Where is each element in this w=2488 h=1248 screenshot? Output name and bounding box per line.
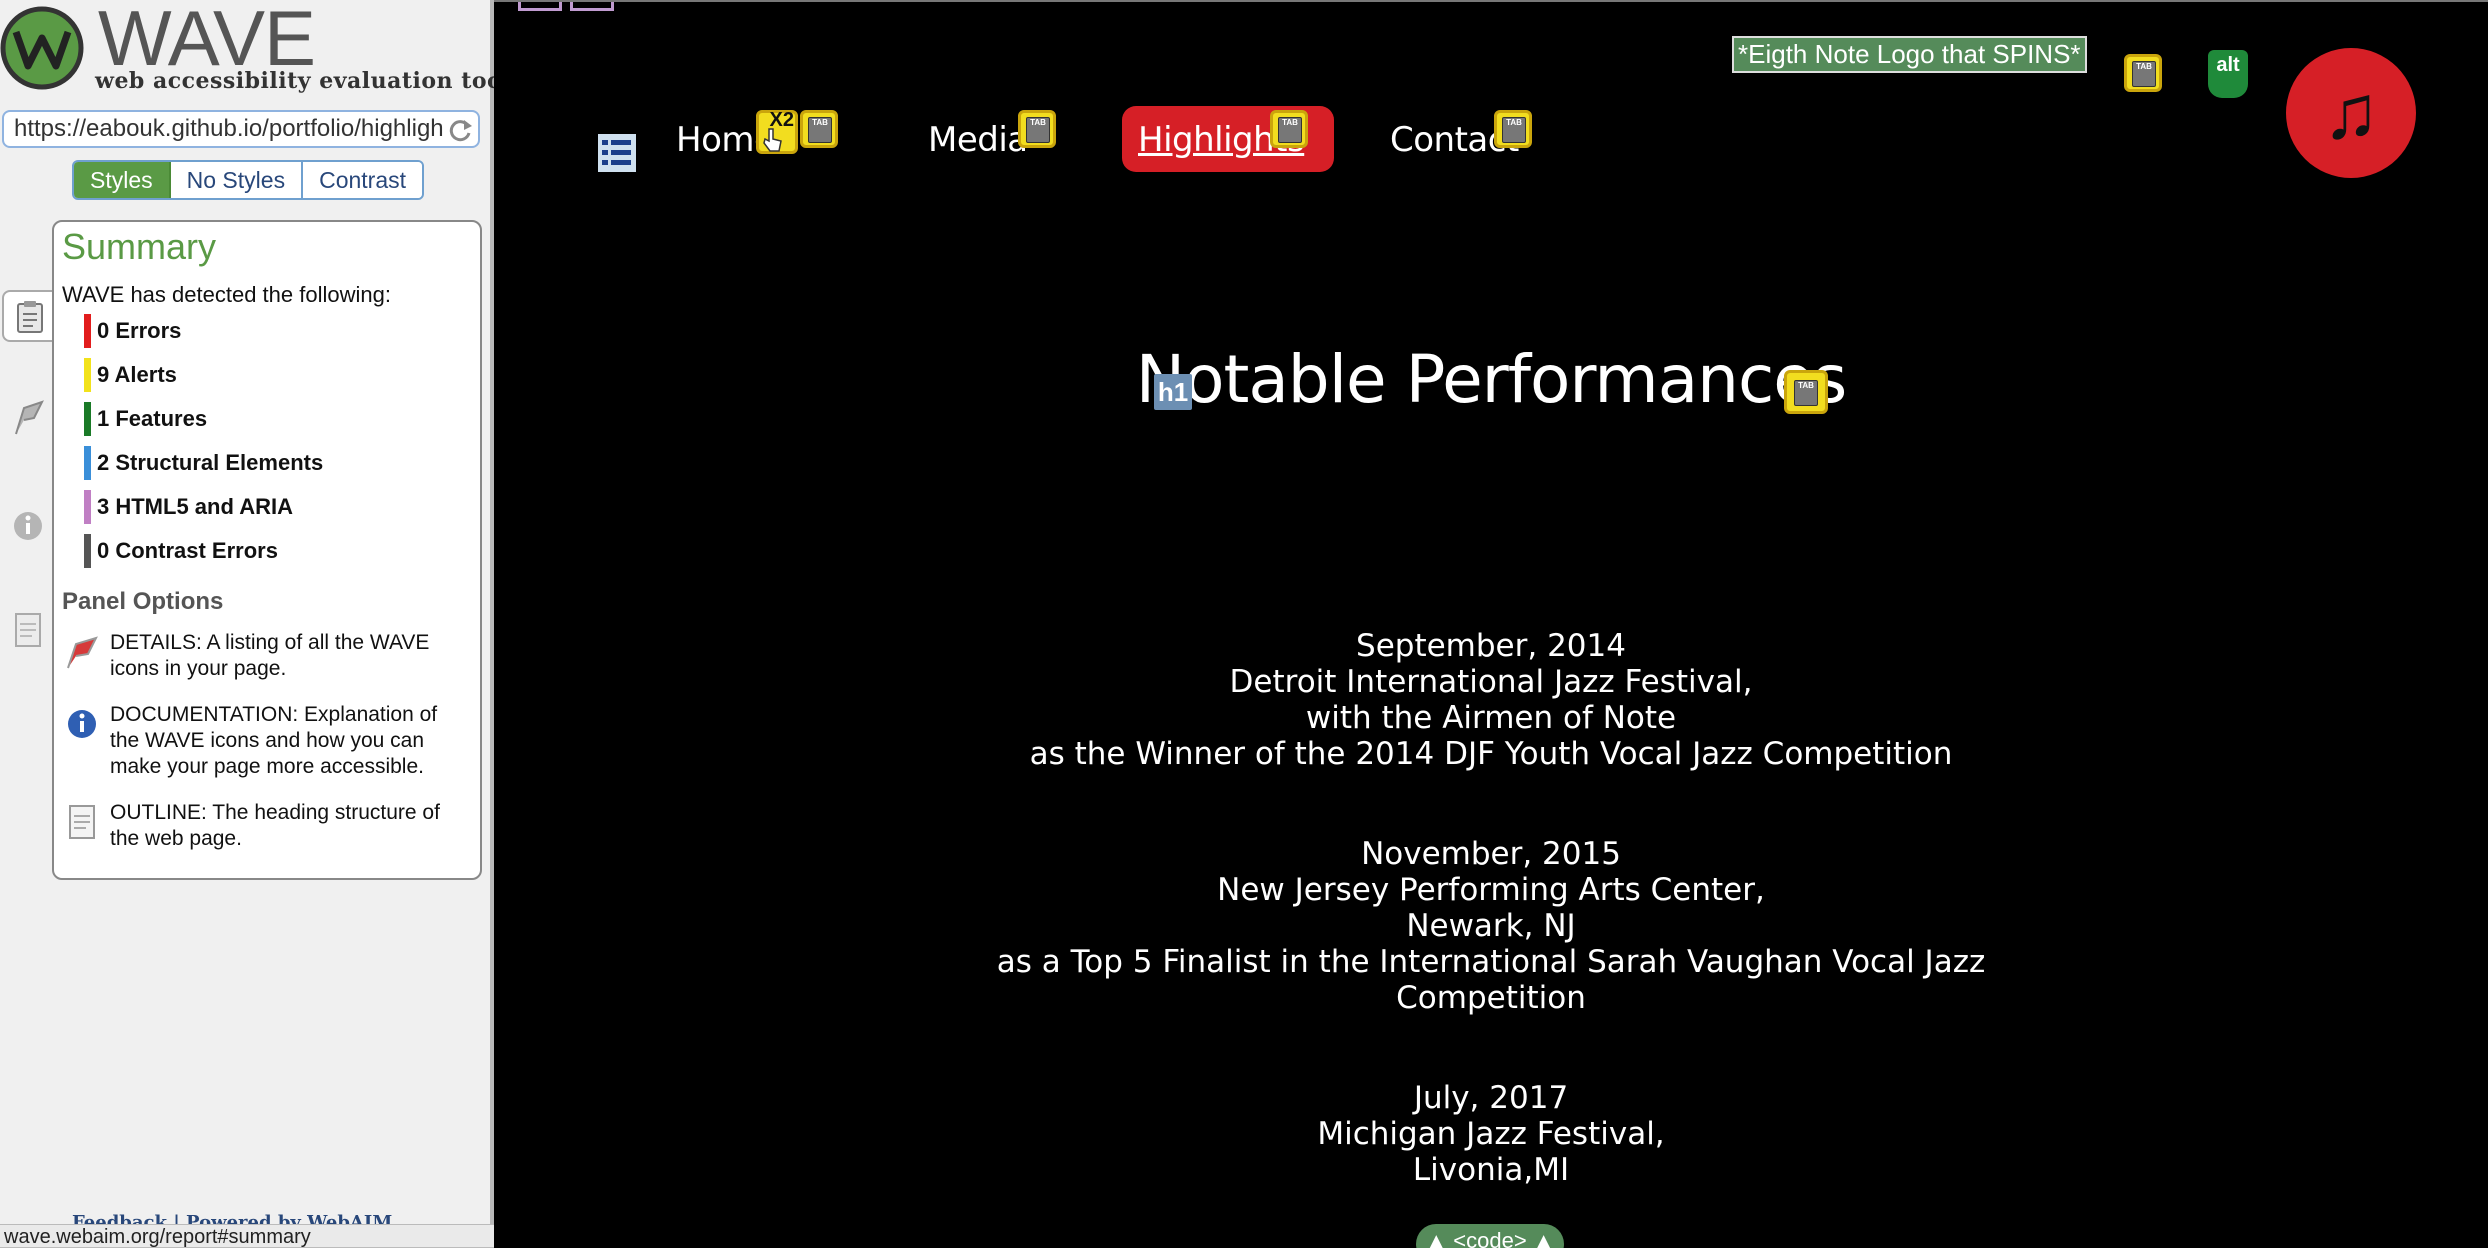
refresh-icon[interactable] — [446, 116, 474, 144]
option-documentation[interactable]: DOCUMENTATION: Explanation of the WAVE i… — [62, 702, 472, 780]
outline-doc-icon[interactable] — [10, 610, 46, 650]
performance-location: Livonia,MI — [1412, 1152, 1570, 1188]
option-outline-text: OUTLINE: The heading structure of the we… — [110, 801, 440, 850]
performance-entry: July, 2017 Michigan Jazz Festival, Livon… — [494, 1080, 2488, 1188]
tab-no-styles[interactable]: No Styles — [170, 162, 304, 198]
performance-date: September, 2014 — [1356, 628, 1626, 664]
performance-entry: November, 2015 New Jersey Performing Art… — [494, 836, 2488, 1016]
view-tabs: Styles No Styles Contrast — [72, 160, 425, 200]
wave-logo-icon — [0, 6, 84, 90]
option-documentation-text: DOCUMENTATION: Explanation of the WAVE i… — [110, 703, 438, 778]
clipboard-icon — [17, 301, 43, 333]
flag-icon — [67, 636, 98, 669]
page-title-text: Notable Performances — [1135, 341, 1848, 418]
tabindex-icon: TAB — [1270, 110, 1308, 148]
aria-landmark-marker — [570, 2, 614, 11]
tabindex-icon: TAB — [1018, 110, 1056, 148]
stat-label: 0 Errors — [97, 318, 182, 343]
nav-link-media[interactable]: Media — [928, 120, 1028, 160]
logo-alt-text: *Eigth Note Logo that SPINS* — [1732, 36, 2087, 73]
performance-entry: September, 2014 Detroit International Ja… — [494, 628, 2488, 772]
stat-label: 9 Alerts — [97, 362, 177, 387]
page-title: Notable Performances — [494, 330, 2488, 430]
tabindex-icon: TAB — [1494, 110, 1532, 148]
stat-label: 1 Features — [97, 406, 208, 431]
contrast-color-bar — [84, 534, 91, 568]
features-color-bar — [84, 402, 91, 436]
performance-location: Newark, NJ — [1406, 908, 1576, 944]
performance-detail: as a Top 5 Finalist in the International… — [996, 944, 1986, 980]
stat-contrast-errors[interactable]: 0 Contrast Errors — [84, 534, 278, 568]
performance-venue: Detroit International Jazz Festival, — [1229, 664, 1753, 700]
alt-text-feature-icon: alt — [2208, 50, 2248, 98]
pointer-hand-icon — [763, 128, 782, 152]
errors-color-bar — [84, 314, 91, 348]
option-details[interactable]: DETAILS: A listing of all the WAVE icons… — [62, 630, 472, 682]
alerts-color-bar — [84, 358, 91, 392]
details-flag-icon[interactable] — [10, 398, 46, 438]
option-details-text: DETAILS: A listing of all the WAVE icons… — [110, 631, 430, 680]
aria-color-bar — [84, 490, 91, 524]
performance-date: November, 2015 — [1361, 836, 1621, 872]
stat-label: 3 HTML5 and ARIA — [97, 494, 293, 519]
wave-title: WAVE — [98, 0, 316, 82]
summary-title: Summary — [62, 226, 217, 267]
wave-subtitle: web accessibility evaluation tool — [95, 68, 512, 94]
code-toggle-button[interactable]: ▲ <code> ▲ — [1416, 1224, 1564, 1248]
documentation-info-icon[interactable] — [10, 506, 46, 546]
performance-detail: Competition — [1396, 980, 1586, 1016]
performance-venue: New Jersey Performing Arts Center, — [1217, 872, 1765, 908]
url-text: https://eabouk.github.io/portfolio/highl… — [14, 115, 444, 142]
summary-intro: WAVE has detected the following: — [62, 282, 391, 307]
redundant-link-x2-icon: X2 — [756, 109, 798, 154]
music-play-button[interactable]: ♫ — [2286, 48, 2416, 178]
tab-label: TAB — [2132, 61, 2156, 87]
stat-label: 0 Contrast Errors — [97, 538, 278, 563]
music-note-icon: ♫ — [2322, 70, 2380, 155]
performance-date: July, 2017 — [1413, 1080, 1569, 1116]
alt-label: alt — [2216, 54, 2240, 76]
tab-label: TAB — [808, 117, 832, 143]
aria-landmark-marker — [518, 2, 562, 11]
structural-color-bar — [84, 446, 91, 480]
tab-contrast[interactable]: Contrast — [303, 162, 423, 198]
tab-label: TAB — [1502, 117, 1526, 143]
outline-doc-icon — [69, 805, 95, 839]
stat-label: 2 Structural Elements — [97, 450, 324, 475]
wave-sidebar: WAVE web accessibility evaluation tool h… — [0, 0, 511, 1248]
list-icon — [598, 134, 636, 172]
option-outline[interactable]: OUTLINE: The heading structure of the we… — [62, 800, 472, 852]
summary-panel: Summary WAVE has detected the following:… — [52, 220, 482, 880]
tab-label: TAB — [1278, 117, 1302, 143]
panel-options-title: Panel Options — [62, 588, 224, 615]
tab-styles[interactable]: Styles — [74, 162, 171, 198]
stat-errors[interactable]: 0 Errors — [84, 314, 181, 348]
stat-structural[interactable]: 2 Structural Elements — [84, 446, 323, 480]
summary-tab[interactable] — [2, 290, 56, 342]
tabindex-icon: TAB — [1784, 370, 1828, 414]
tab-label: TAB — [1026, 117, 1050, 143]
info-icon — [68, 710, 96, 738]
page-content: Home X2 TAB Media TAB Highlights TAB Con… — [494, 0, 2488, 1248]
stat-alerts[interactable]: 9 Alerts — [84, 358, 177, 392]
tabindex-icon: TAB — [800, 110, 838, 148]
performance-detail: with the Airmen of Note — [1305, 700, 1677, 736]
stat-features[interactable]: 1 Features — [84, 402, 207, 436]
url-input[interactable]: https://eabouk.github.io/portfolio/highl… — [2, 110, 480, 148]
performance-detail: as the Winner of the 2014 DJF Youth Voca… — [1029, 736, 1953, 772]
performance-venue: Michigan Jazz Festival, — [1317, 1116, 1665, 1152]
tab-label: TAB — [1794, 380, 1818, 406]
tabindex-icon: TAB — [2124, 54, 2162, 92]
h1-heading-icon: h1 — [1154, 374, 1192, 410]
stat-html5-aria[interactable]: 3 HTML5 and ARIA — [84, 490, 293, 524]
